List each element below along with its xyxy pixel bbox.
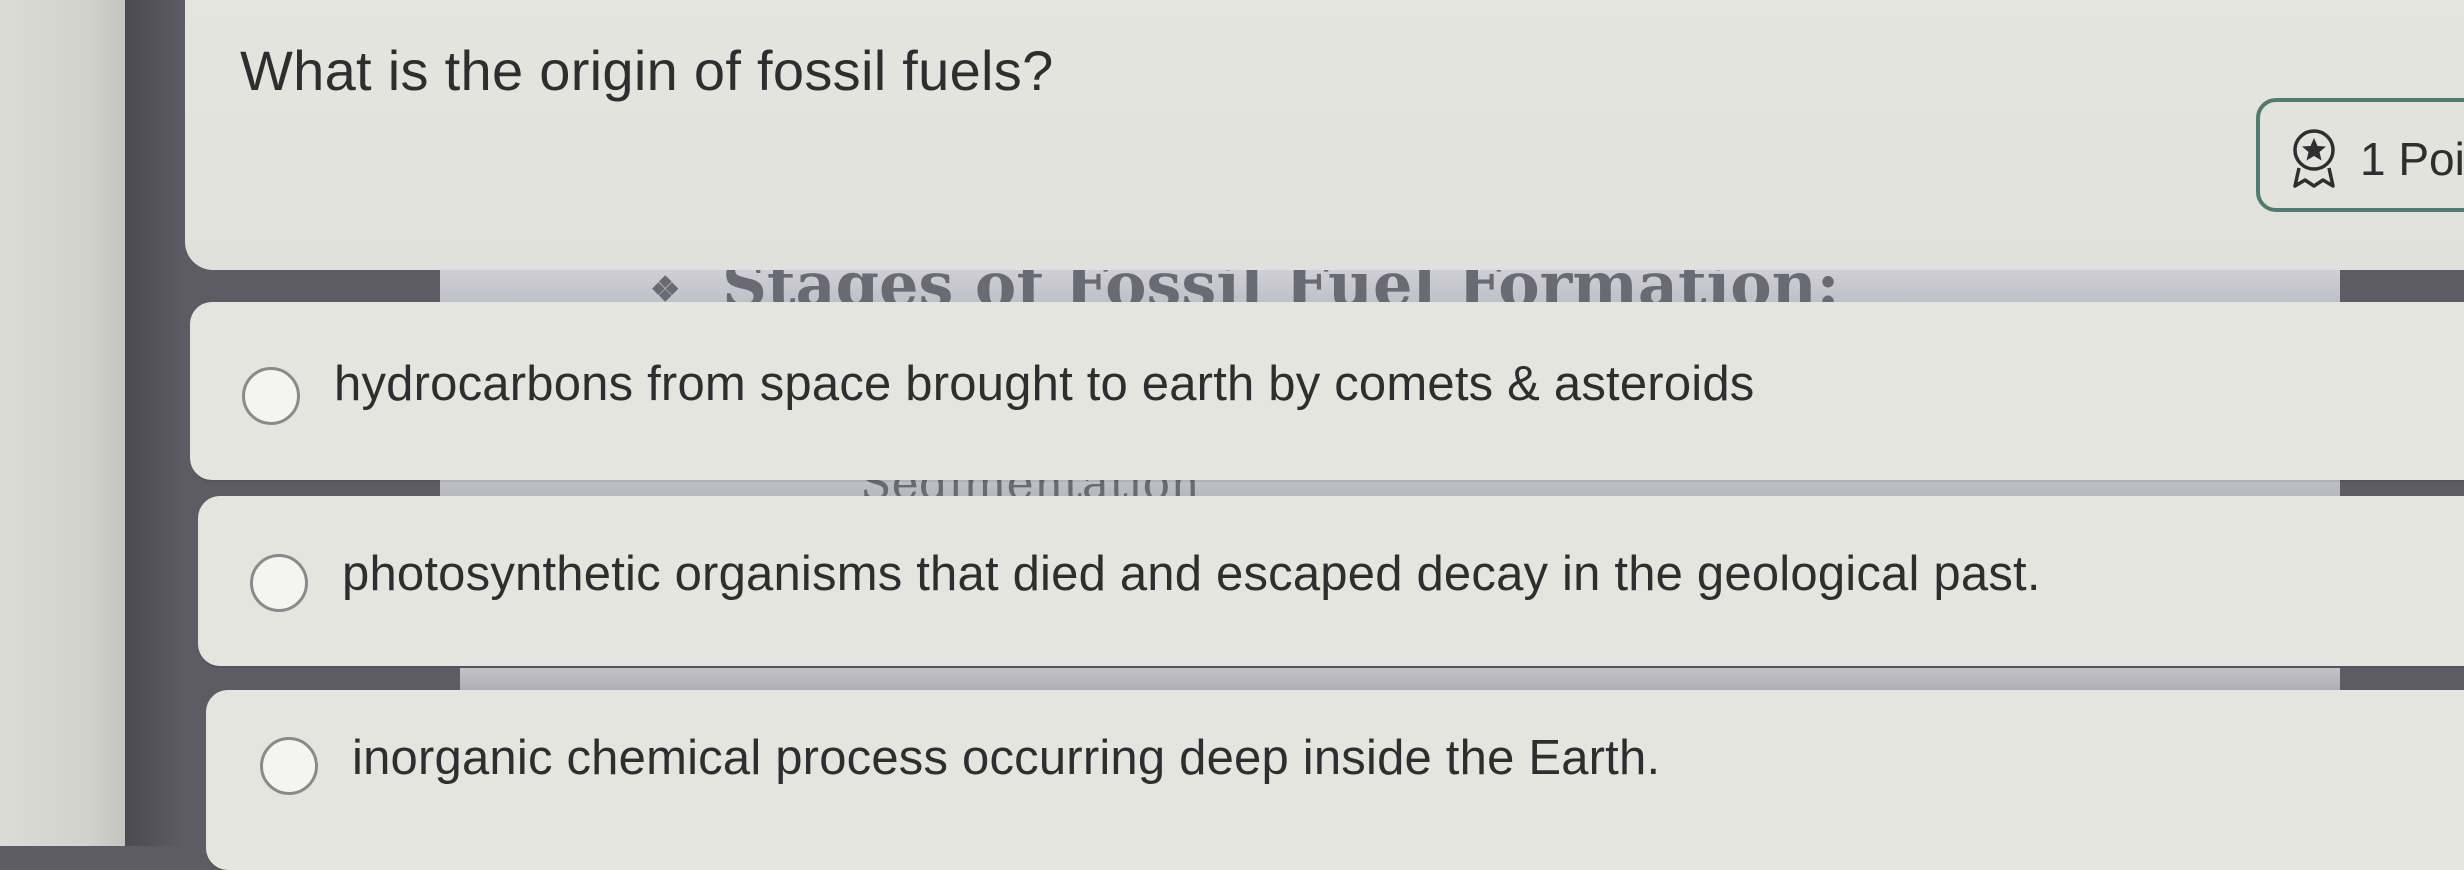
radio-button-option-1[interactable]	[242, 367, 300, 425]
background-slide-strip-3	[460, 668, 2340, 692]
left-shadow	[125, 0, 185, 846]
left-margin	[0, 0, 125, 846]
answer-option-3-label: inorganic chemical process occurring dee…	[352, 731, 1661, 785]
question-text: What is the origin of fossil fuels?	[240, 39, 1054, 102]
answer-option-1-label: hydrocarbons from space brought to earth…	[334, 357, 1755, 411]
answer-option-2-label: photosynthetic organisms that died and e…	[342, 547, 2041, 601]
award-ribbon-icon	[2293, 129, 2335, 188]
radio-button-option-3[interactable]	[260, 737, 318, 795]
radio-button-option-2[interactable]	[250, 554, 308, 612]
points-label: 1 Poi	[2360, 133, 2464, 185]
